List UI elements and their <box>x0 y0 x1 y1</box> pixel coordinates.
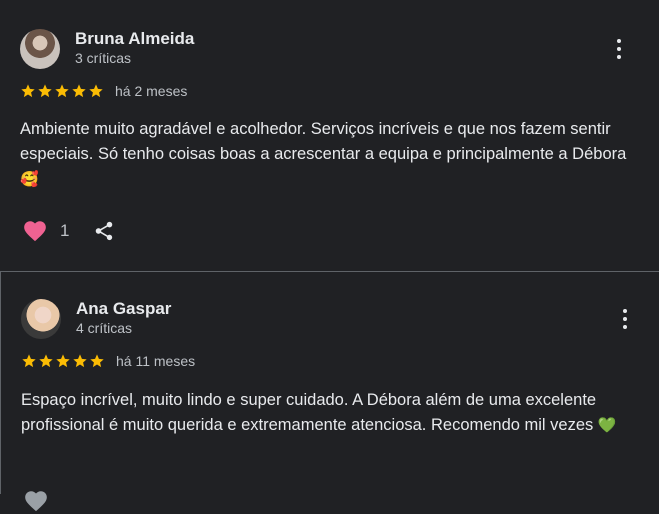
reviewer-name[interactable]: Bruna Almeida <box>75 29 194 49</box>
review-text: Ambiente muito agradável e acolhedor. Se… <box>20 117 645 192</box>
review-card: Ana Gaspar 4 críticas há 11 meses Espaço… <box>0 271 659 512</box>
star-rating <box>21 353 105 369</box>
rating-row: há 11 meses <box>21 353 195 369</box>
review-count: 4 críticas <box>76 320 133 336</box>
avatar[interactable] <box>20 29 60 69</box>
like-count: 1 <box>60 221 70 240</box>
emoji: 🥰 <box>20 171 39 188</box>
reviewer-name[interactable]: Ana Gaspar <box>76 299 171 319</box>
star-icon <box>72 84 86 98</box>
review-card: Bruna Almeida 3 críticas há 2 meses Ambi… <box>0 0 659 270</box>
star-rating <box>20 83 104 99</box>
heart-icon[interactable] <box>22 218 48 244</box>
rating-row: há 2 meses <box>20 83 187 99</box>
star-icon <box>55 84 69 98</box>
star-icon <box>73 354 87 368</box>
emoji: 💚 <box>597 417 617 434</box>
avatar[interactable] <box>21 299 61 339</box>
more-options-icon[interactable] <box>615 307 635 331</box>
star-icon <box>22 354 36 368</box>
review-body: Espaço incrível, muito lindo e super cui… <box>21 391 597 434</box>
star-icon <box>56 354 70 368</box>
review-text: Espaço incrível, muito lindo e super cui… <box>21 388 646 438</box>
star-icon <box>89 84 103 98</box>
review-time: há 2 meses <box>115 83 188 99</box>
star-icon <box>21 84 35 98</box>
share-icon[interactable] <box>93 220 115 242</box>
review-time: há 11 meses <box>116 353 196 369</box>
review-count: 3 críticas <box>75 50 132 66</box>
review-body: Ambiente muito agradável e acolhedor. Se… <box>20 120 627 163</box>
review-actions: 1 <box>22 218 115 244</box>
review-actions <box>23 488 49 514</box>
heart-outline-icon[interactable] <box>23 488 49 514</box>
star-icon <box>39 354 53 368</box>
more-options-icon[interactable] <box>609 37 629 61</box>
star-icon <box>90 354 104 368</box>
star-icon <box>38 84 52 98</box>
